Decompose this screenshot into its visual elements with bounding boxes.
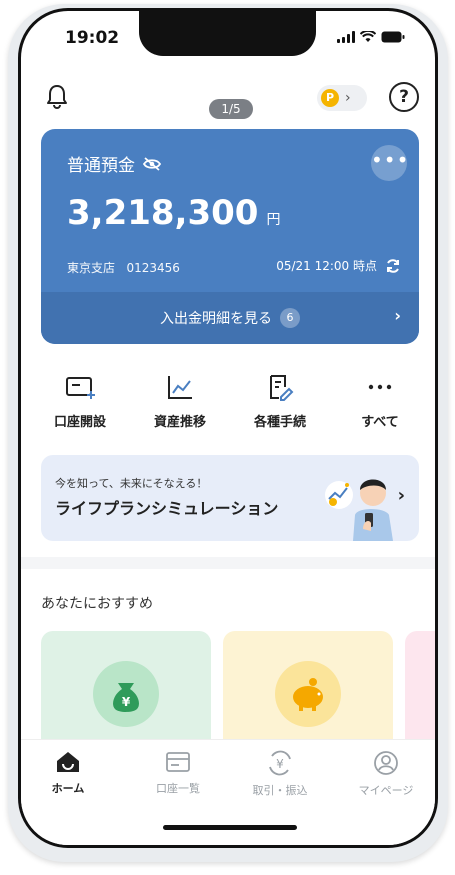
recommend-card-next[interactable] (405, 631, 435, 751)
account-type: 普通預金 (67, 151, 161, 176)
person-with-phone-illustration (325, 479, 393, 541)
recommend-card-savings[interactable]: ¥ (41, 631, 211, 751)
action-all[interactable]: すべて (335, 373, 425, 430)
action-label: 各種手続 (253, 415, 306, 430)
svg-text:¥: ¥ (122, 695, 131, 709)
chevron-right-icon: › (345, 90, 351, 106)
user-icon (374, 751, 398, 775)
tab-label: マイページ (358, 784, 414, 797)
action-open-account[interactable]: 口座開設 (35, 373, 125, 430)
page-indicator: 1/5 (209, 99, 253, 119)
action-label: 資産推移 (153, 415, 206, 430)
tab-label: 口座一覧 (156, 782, 200, 795)
piggy-bank-icon (275, 661, 341, 727)
help-button[interactable]: ? (389, 82, 419, 112)
account-type-label: 普通預金 (67, 156, 135, 176)
tab-label: ホーム (51, 782, 85, 795)
chart-line-icon (168, 376, 192, 399)
branch-name: 東京支店 (67, 261, 116, 275)
more-dots-icon (368, 384, 392, 390)
account-card[interactable]: 普通預金 ••• 3,218,300 円 東京支店 0123456 05/21 1… (41, 129, 419, 344)
card-menu-button[interactable]: ••• (371, 145, 408, 181)
currency-unit: 円 (266, 212, 281, 228)
action-procedures[interactable]: 各種手続 (235, 373, 325, 430)
status-icons (337, 31, 405, 43)
action-label: 口座開設 (53, 415, 106, 430)
phone-screen: 19:02 1/5 P › ? 普通預金 ••• 3,218,300 円 東京支… (18, 8, 438, 848)
chevron-right-icon: › (397, 485, 405, 506)
wifi-icon (360, 31, 376, 42)
notch (139, 11, 316, 56)
tab-account-list[interactable]: 口座一覧 (133, 750, 223, 796)
battery-icon (381, 31, 405, 43)
details-label: 入出金明細を見る (160, 311, 272, 327)
points-coin-icon: P (321, 89, 339, 107)
yen-transfer-icon: ¥ (269, 750, 291, 776)
document-edit-icon (270, 375, 294, 401)
balance-amount: 3,218,300 円 (67, 193, 280, 233)
details-count-badge: 6 (280, 308, 300, 328)
account-number: 0123456 (126, 261, 180, 275)
chevron-right-icon: › (394, 306, 401, 325)
tab-label: 取引・振込 (252, 784, 308, 797)
section-divider (21, 557, 435, 569)
action-asset-trend[interactable]: 資産推移 (135, 373, 225, 430)
tab-home[interactable]: ホーム (23, 750, 113, 796)
svg-text:¥: ¥ (276, 757, 284, 771)
recommend-title: あなたにおすすめ (41, 596, 153, 612)
bell-icon[interactable] (45, 83, 69, 111)
signal-icon (337, 31, 355, 43)
money-bag-icon: ¥ (93, 661, 159, 727)
banner-subtitle: 今を知って、未来にそなえる！ (55, 477, 208, 490)
tab-transfer[interactable]: ¥ 取引・振込 (235, 750, 325, 798)
action-label: すべて (361, 415, 399, 430)
home-indicator (163, 825, 297, 830)
quick-actions: 口座開設 資産推移 各種手続 すべて (35, 373, 425, 430)
transaction-details-button[interactable]: 入出金明細を見る 6 › (41, 292, 419, 344)
points-button[interactable]: P › (317, 85, 367, 111)
bottom-tab-bar: ホーム 口座一覧 ¥ 取引・振込 マイページ (21, 739, 435, 845)
refresh-icon[interactable] (385, 258, 401, 274)
as-of-label: 05/21 12:00 時点 (276, 259, 377, 273)
eye-off-icon[interactable] (143, 156, 161, 171)
card-plus-icon (66, 377, 95, 399)
recommend-card-piggy[interactable] (223, 631, 393, 751)
balance-value: 3,218,300 (67, 193, 259, 233)
as-of-time: 05/21 12:00 時点 (276, 257, 401, 274)
life-plan-banner[interactable]: 今を知って、未来にそなえる！ ライフプランシミュレーション › (41, 455, 419, 541)
account-list-icon (166, 752, 190, 772)
tab-mypage[interactable]: マイページ (341, 750, 431, 798)
home-icon (57, 752, 79, 772)
branch-info: 東京支店 0123456 (67, 259, 180, 276)
status-time: 19:02 (65, 28, 120, 48)
banner-title: ライフプランシミュレーション (55, 499, 279, 518)
